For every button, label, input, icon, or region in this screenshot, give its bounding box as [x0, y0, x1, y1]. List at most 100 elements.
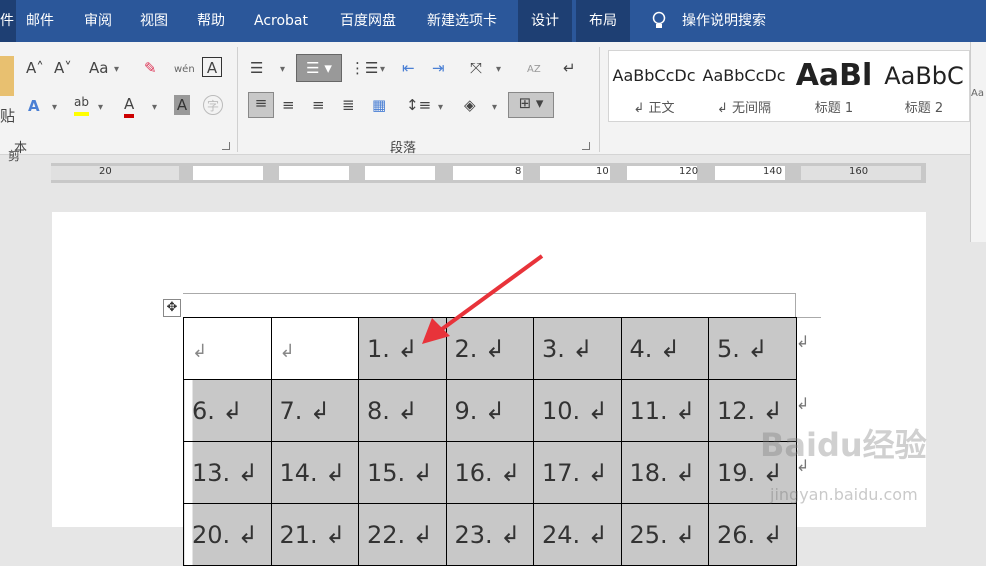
ruler-number: 10: [596, 166, 609, 177]
bullets-icon[interactable]: ☰: [250, 58, 263, 78]
tab-review[interactable]: 审阅: [84, 0, 112, 42]
table-cell[interactable]: ↲: [270, 317, 359, 380]
pinyin-icon[interactable]: wén: [174, 60, 195, 80]
show-marks-icon[interactable]: ↵: [563, 58, 576, 78]
chevron-down-icon[interactable]: ▾: [280, 60, 285, 80]
horizontal-ruler[interactable]: 20 8 10 120 140 160: [51, 163, 926, 183]
group-separator: [237, 47, 238, 152]
group-separator: [599, 47, 600, 152]
borders-button[interactable]: ⊞ ▾: [508, 92, 554, 118]
paragraph-group-label: 段落: [390, 141, 417, 156]
row-end-mark: ↲: [796, 394, 810, 413]
document-table[interactable]: ↲ ↲ 1. ↲ 2. ↲ 3. ↲ 4. ↲ 5. ↲ 6. ↲ 7. ↲ 8…: [183, 317, 797, 566]
align-right-icon[interactable]: ≡: [312, 95, 325, 115]
numbering-button[interactable]: ☰ ▾: [296, 54, 342, 82]
font-color-icon[interactable]: A: [124, 94, 135, 118]
table-cell[interactable]: 15. ↲: [358, 441, 447, 504]
shrink-font-icon[interactable]: A˅: [54, 58, 72, 78]
table-cell[interactable]: 11. ↲: [620, 379, 709, 442]
style-heading-2[interactable]: AaBbC 标题 2: [879, 51, 969, 123]
enclose-char-icon[interactable]: 字: [203, 95, 223, 115]
chevron-down-icon[interactable]: ▾: [98, 98, 103, 118]
table-cell[interactable]: 8. ↲: [358, 379, 447, 442]
table-row: 13. ↲ 14. ↲ 15. ↲ 16. ↲ 17. ↲ 18. ↲ 19. …: [183, 441, 797, 504]
decrease-indent-icon[interactable]: ⇤: [402, 58, 415, 78]
line-spacing-icon[interactable]: ↕≡: [406, 95, 431, 115]
style-no-spacing[interactable]: AaBbCcDc ↲ 无间隔: [699, 51, 789, 123]
table-cell[interactable]: ↲: [183, 317, 272, 380]
chevron-down-icon[interactable]: ▾: [52, 98, 57, 118]
sort-icon[interactable]: AZ: [527, 60, 541, 80]
table-cell[interactable]: 23. ↲: [445, 503, 534, 566]
row-end-mark: ↲: [796, 332, 810, 351]
table-cell[interactable]: 6. ↲: [183, 379, 272, 442]
table-row: 6. ↲ 7. ↲ 8. ↲ 9. ↲ 10. ↲ 11. ↲ 12. ↲: [183, 379, 797, 442]
table-move-handle[interactable]: ✥: [163, 299, 181, 317]
font-dialog-launcher[interactable]: [222, 142, 230, 150]
table-cell[interactable]: 22. ↲: [358, 503, 447, 566]
align-left-button[interactable]: ≡: [248, 92, 274, 118]
table-cell[interactable]: 25. ↲: [620, 503, 709, 566]
chevron-down-icon[interactable]: ▾: [114, 60, 119, 80]
multilevel-list-icon[interactable]: ⋮☰: [350, 58, 378, 78]
tab-view[interactable]: 视图: [140, 0, 168, 42]
table-cell[interactable]: 18. ↲: [620, 441, 709, 504]
grow-font-icon[interactable]: A˄: [26, 58, 44, 78]
chevron-down-icon[interactable]: ▾: [438, 98, 443, 118]
change-case-icon[interactable]: Aa: [89, 58, 108, 78]
table-cell[interactable]: 4. ↲: [620, 317, 709, 380]
table-cell[interactable]: 13. ↲: [183, 441, 272, 504]
chevron-down-icon[interactable]: ▾: [492, 98, 497, 118]
chevron-down-icon[interactable]: ▾: [152, 98, 157, 118]
tab-acrobat[interactable]: Acrobat: [254, 0, 308, 42]
tab-mailings[interactable]: 邮件: [26, 0, 54, 42]
table-cell[interactable]: 24. ↲: [533, 503, 622, 566]
table-cell[interactable]: 5. ↲: [708, 317, 797, 380]
align-center-icon[interactable]: ≡: [282, 95, 295, 115]
styles-gallery: AaBbCcDc ↲ 正文 AaBbCcDc ↲ 无间隔 AaBl 标题 1 A…: [608, 50, 970, 122]
justify-icon[interactable]: ≣: [342, 95, 355, 115]
font-group-label: 本: [14, 141, 28, 156]
table-cell[interactable]: 20. ↲: [183, 503, 272, 566]
style-normal[interactable]: AaBbCcDc ↲ 正文: [609, 51, 699, 123]
paste-label: 贴: [0, 107, 16, 125]
text-effect-icon[interactable]: A: [28, 96, 40, 116]
chevron-down-icon[interactable]: ▾: [380, 60, 385, 80]
shading-icon[interactable]: ◈: [464, 95, 476, 115]
tab-help[interactable]: 帮助: [197, 0, 225, 42]
table-cell[interactable]: 26. ↲: [708, 503, 797, 566]
tab-design[interactable]: 设计: [518, 0, 572, 42]
paragraph-dialog-launcher[interactable]: [582, 142, 590, 150]
distributed-icon[interactable]: ▦: [372, 95, 386, 115]
ruler-number: 8: [515, 166, 522, 177]
table-cell[interactable]: 14. ↲: [270, 441, 359, 504]
table-cell[interactable]: 17. ↲: [533, 441, 622, 504]
chevron-down-icon[interactable]: ▾: [496, 60, 501, 80]
side-pane-partial: Aa: [970, 42, 986, 242]
ruler-number: 160: [849, 166, 869, 177]
increase-indent-icon[interactable]: ⇥: [432, 58, 445, 78]
ruler-number: 140: [763, 166, 783, 177]
ribbon-tab-bar: 件 邮件 审阅 视图 帮助 Acrobat 百度网盘 新建选项卡 设计 布局 操…: [0, 0, 986, 42]
table-cell[interactable]: 10. ↲: [533, 379, 622, 442]
lightbulb-icon: [651, 0, 667, 42]
tab-layout[interactable]: 布局: [576, 0, 630, 42]
chinese-layout-icon[interactable]: ⤧: [470, 58, 482, 78]
char-shading-icon[interactable]: A: [174, 95, 190, 115]
ruler-number: 120: [679, 166, 699, 177]
char-border-icon[interactable]: A: [202, 57, 222, 77]
clear-format-icon[interactable]: ✎: [144, 58, 157, 78]
tab-baidu-netdisk[interactable]: 百度网盘: [340, 0, 396, 42]
styles-pane-sample: Aa: [971, 88, 984, 99]
table-cell[interactable]: 9. ↲: [445, 379, 534, 442]
table-corner-guide: [795, 317, 821, 318]
tab-new-tab[interactable]: 新建选项卡: [427, 0, 497, 42]
style-heading-1[interactable]: AaBl 标题 1: [789, 51, 879, 123]
table-cell[interactable]: 21. ↲: [270, 503, 359, 566]
table-cell[interactable]: 7. ↲: [270, 379, 359, 442]
highlight-icon[interactable]: ab: [74, 92, 89, 116]
tell-me-search[interactable]: 操作说明搜索: [682, 0, 766, 42]
paste-icon[interactable]: [0, 56, 14, 96]
tab-file-partial[interactable]: 件: [0, 0, 14, 42]
table-cell[interactable]: 16. ↲: [445, 441, 534, 504]
